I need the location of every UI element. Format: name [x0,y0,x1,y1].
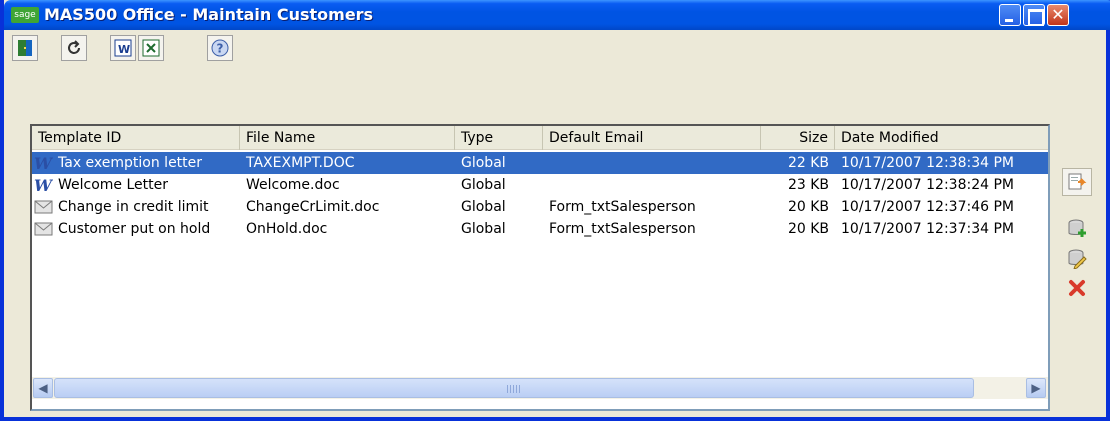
excel-document-icon [142,39,160,57]
cell-file-name: TAXEXMPT.DOC [246,155,355,171]
refresh-button[interactable] [61,35,87,61]
cell-size: 22 KB [787,155,829,171]
exit-button[interactable] [12,35,38,61]
edit-template-icon [1068,249,1087,269]
close-button[interactable]: ✕ [1047,4,1069,26]
cell-type: Global [461,177,506,193]
scroll-left-button[interactable]: ◀ [33,378,53,398]
close-icon: ✕ [1051,5,1065,24]
cell-file-name: Welcome.doc [246,177,340,193]
cell-template-id: Welcome Letter [58,177,169,193]
cell-template-id: Tax exemption letter [58,155,203,171]
templates-list[interactable]: Template ID File Name Type Default Email… [30,124,1050,411]
column-header-template-id[interactable]: Template ID [32,126,240,150]
table-row[interactable]: Customer put on hold OnHold.doc Global F… [32,218,1048,240]
word-icon: W [34,176,53,194]
merge-document-icon [1068,173,1087,190]
envelope-icon [34,200,53,214]
export-excel-button[interactable] [138,35,164,61]
refresh-icon [68,40,80,54]
merge-document-button[interactable] [1062,168,1092,196]
scroll-grip [507,385,521,393]
cell-file-name: OnHold.doc [246,221,328,237]
cell-file-name: ChangeCrLimit.doc [246,199,380,215]
window-title: MAS500 Office - Maintain Customers [44,5,374,24]
maintain-customers-window: sage MAS500 Office - Maintain Customers … [0,0,1110,421]
column-header-file-name[interactable]: File Name [240,126,455,150]
word-icon: W [34,154,53,172]
maximize-button[interactable] [1023,4,1045,26]
minimize-button[interactable] [999,4,1021,26]
cell-date-modified: 10/17/2007 12:38:34 PM [841,155,1014,171]
sage-logo: sage [11,7,39,23]
svg-text:W: W [118,43,130,56]
cell-size: 20 KB [787,221,829,237]
svg-text:?: ? [217,42,224,56]
table-row[interactable]: Change in credit limit ChangeCrLimit.doc… [32,196,1048,218]
cell-type: Global [461,199,506,215]
horizontal-scrollbar[interactable]: ◀ ▶ [32,377,1048,399]
svg-text:W: W [34,154,53,172]
edit-template-button[interactable] [1062,244,1092,272]
help-icon: ? [211,39,229,57]
scroll-right-button[interactable]: ▶ [1026,378,1046,398]
cell-template-id: Change in credit limit [58,199,209,215]
title-bar[interactable]: sage MAS500 Office - Maintain Customers … [4,0,1110,30]
cell-date-modified: 10/17/2007 12:37:34 PM [841,221,1014,237]
column-header-date-modified[interactable]: Date Modified [835,126,1048,150]
cell-size: 23 KB [787,177,829,193]
cell-default-email: Form_txtSalesperson [549,199,696,215]
list-header: Template ID File Name Type Default Email… [32,126,1048,150]
help-button[interactable]: ? [207,35,233,61]
delete-icon [1069,280,1085,296]
cell-template-id: Customer put on hold [58,221,211,237]
cell-type: Global [461,221,506,237]
add-template-button[interactable] [1062,214,1092,242]
cell-date-modified: 10/17/2007 12:37:46 PM [841,199,1014,215]
table-row[interactable]: W Tax exemption letter TAXEXMPT.DOC Glob… [32,152,1048,174]
table-row[interactable]: W Welcome Letter Welcome.doc Global 23 K… [32,174,1048,196]
exit-door-icon [18,40,32,56]
envelope-icon [34,222,53,236]
column-header-type[interactable]: Type [455,126,543,150]
scroll-thumb[interactable] [54,378,974,398]
cell-type: Global [461,155,506,171]
export-word-button[interactable]: W [110,35,136,61]
cell-size: 20 KB [787,199,829,215]
delete-template-button[interactable] [1062,274,1092,302]
toolbar: W ? [12,32,1106,66]
column-header-default-email[interactable]: Default Email [543,126,761,150]
cell-default-email: Form_txtSalesperson [549,221,696,237]
svg-text:W: W [34,176,53,194]
word-document-icon: W [114,39,132,57]
column-header-size[interactable]: Size [761,126,835,150]
add-template-icon [1068,219,1086,237]
cell-date-modified: 10/17/2007 12:38:24 PM [841,177,1014,193]
